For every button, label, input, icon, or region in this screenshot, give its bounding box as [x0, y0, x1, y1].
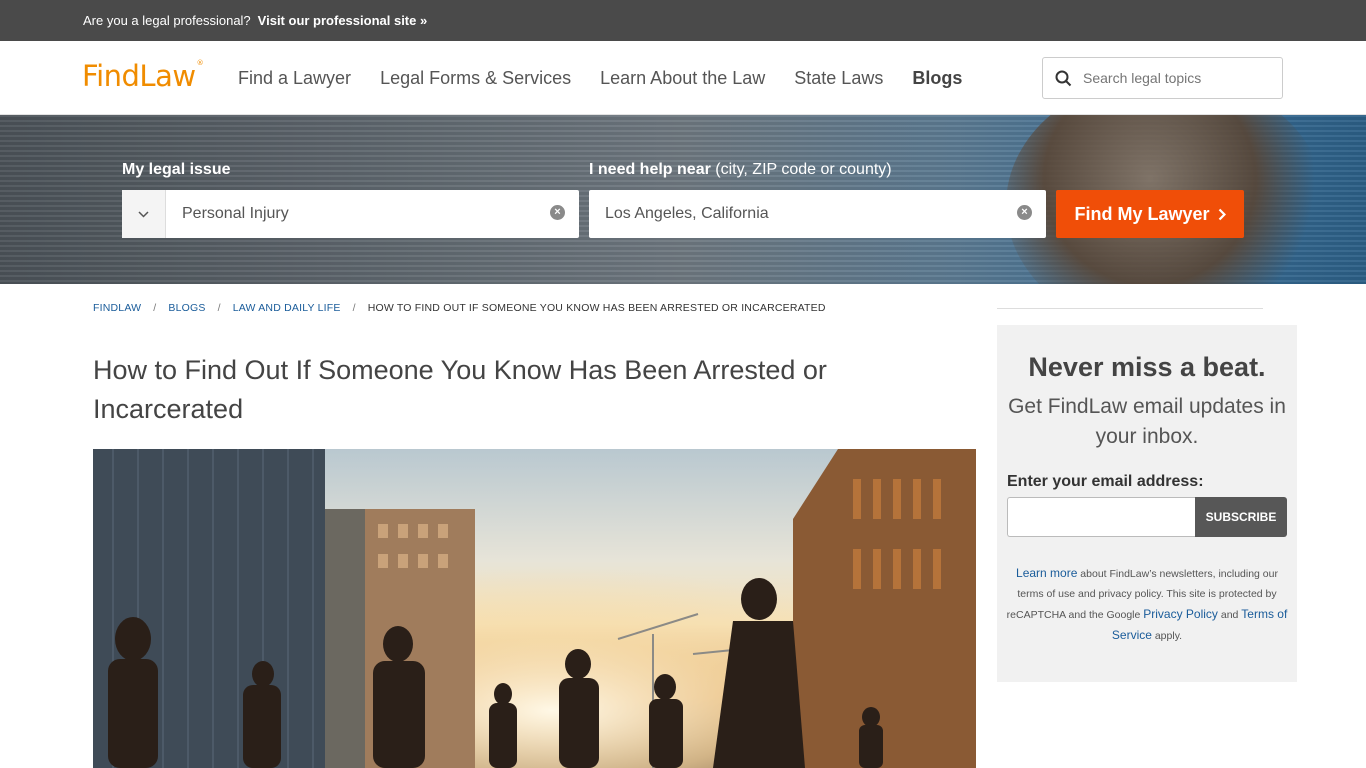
breadcrumb-separator: / — [153, 302, 157, 314]
nav-blogs[interactable]: Blogs — [912, 68, 962, 89]
find-my-lawyer-label: Find My Lawyer — [1074, 203, 1210, 224]
sidebar-divider — [997, 308, 1263, 309]
learn-more-link[interactable]: Learn more — [1016, 566, 1077, 580]
location-input[interactable]: Los Angeles, California × — [589, 190, 1046, 238]
professional-question: Are you a legal professional? — [83, 13, 251, 28]
legal-issue-label: My legal issue — [122, 161, 231, 179]
breadcrumb: FINDLAW / BLOGS / LAW AND DAILY LIFE / H… — [93, 302, 826, 314]
article-title: How to Find Out If Someone You Know Has … — [93, 355, 827, 424]
professional-bar: Are you a legal professional? Visit our … — [0, 0, 1366, 41]
legal-issue-value: Personal Injury — [182, 205, 289, 222]
clear-issue-icon[interactable]: × — [550, 205, 565, 220]
chevron-right-icon — [1218, 208, 1226, 220]
location-label-bold: I need help near — [589, 161, 711, 178]
breadcrumb-blogs[interactable]: BLOGS — [168, 302, 205, 314]
nav-state-laws[interactable]: State Laws — [794, 68, 883, 89]
site-header: FindLaw® Find a Lawyer Legal Forms & Ser… — [0, 41, 1366, 115]
city-commuters-illustration — [93, 449, 976, 768]
nav-learn-about-the-law[interactable]: Learn About the Law — [600, 68, 765, 89]
article-image — [93, 449, 976, 768]
legal-issue-label-text: My legal issue — [122, 161, 231, 178]
signup-heading: Never miss a beat. — [1028, 352, 1266, 382]
location-label: I need help near (city, ZIP code or coun… — [589, 161, 892, 179]
newsletter-disclaimer: Learn more about FindLaw’s newsletters, … — [1005, 563, 1289, 646]
chevron-down-icon[interactable] — [122, 190, 166, 238]
newsletter-signup: Never miss a beat. Get FindLaw email upd… — [997, 325, 1297, 682]
signup-subheading-text: Get FindLaw email updates in your inbox. — [1008, 395, 1286, 448]
signup-subheading: Get FindLaw email updates in your inbox. — [997, 392, 1297, 452]
clear-location-icon[interactable]: × — [1017, 205, 1032, 220]
logo-text: FindLaw — [82, 59, 196, 93]
professional-site-link[interactable]: Visit our professional site » — [258, 13, 428, 28]
breadcrumb-current: HOW TO FIND OUT IF SOMEONE YOU KNOW HAS … — [367, 302, 826, 314]
breadcrumb-separator: / — [352, 302, 356, 314]
breadcrumb-law-and-daily-life[interactable]: LAW AND DAILY LIFE — [233, 302, 341, 314]
nav-legal-forms-services[interactable]: Legal Forms & Services — [380, 68, 571, 89]
logo-registered-mark: ® — [196, 59, 204, 67]
disclaimer-apply: apply. — [1151, 630, 1183, 642]
nav-find-a-lawyer[interactable]: Find a Lawyer — [238, 68, 351, 89]
search-box — [1042, 57, 1283, 99]
privacy-policy-link[interactable]: Privacy Policy — [1143, 607, 1218, 621]
lawyer-search-hero: My legal issue I need help near (city, Z… — [0, 115, 1366, 284]
search-input[interactable] — [1083, 70, 1273, 86]
find-my-lawyer-button[interactable]: Find My Lawyer — [1056, 190, 1244, 238]
disclaimer-and: and — [1217, 609, 1242, 621]
subscribe-button[interactable]: SUBSCRIBE — [1195, 497, 1287, 537]
search-icon[interactable] — [1043, 70, 1083, 87]
location-value: Los Angeles, California — [605, 205, 769, 222]
legal-issue-select[interactable]: Personal Injury × — [122, 190, 579, 238]
main-nav: Find a Lawyer Legal Forms & Services Lea… — [238, 41, 991, 115]
email-label: Enter your email address: — [1007, 473, 1204, 490]
breadcrumb-separator: / — [217, 302, 221, 314]
findlaw-logo[interactable]: FindLaw® — [82, 59, 204, 93]
breadcrumb-findlaw[interactable]: FINDLAW — [93, 302, 141, 314]
location-label-hint: (city, ZIP code or county) — [710, 161, 892, 178]
email-field[interactable] — [1007, 497, 1195, 537]
